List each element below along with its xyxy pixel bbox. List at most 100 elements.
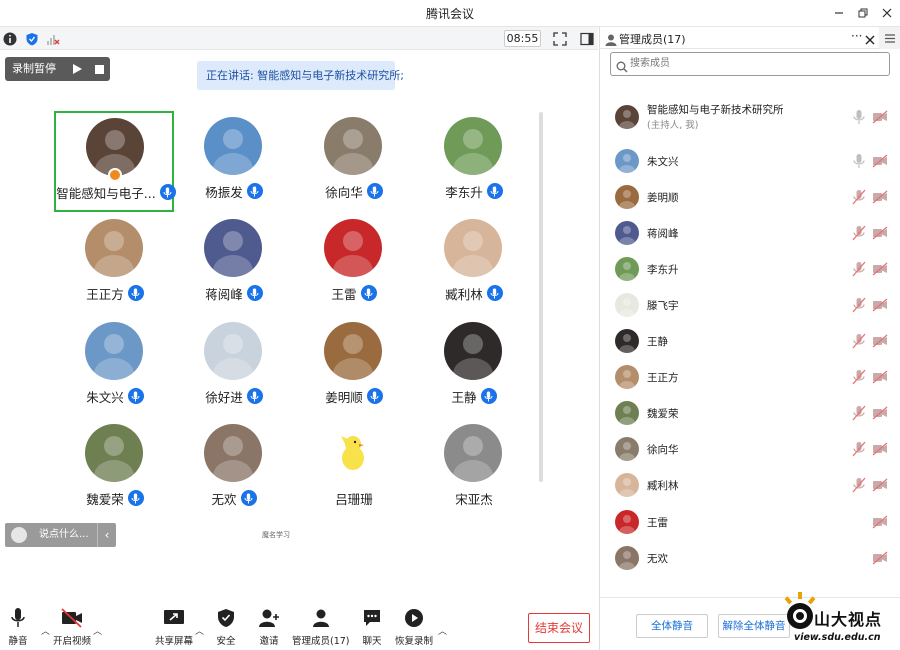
more-icon[interactable]: ··· (851, 29, 862, 43)
chevron-up-icon[interactable]: ︿ (41, 624, 50, 637)
camera-off-icon[interactable] (872, 261, 888, 277)
participant-tile[interactable]: 王雷 (294, 214, 414, 315)
chat-input[interactable]: 说点什么... ‹ (5, 523, 116, 547)
participant-tile[interactable]: 李东升 (414, 112, 534, 213)
network-signal-icon[interactable] (45, 31, 60, 46)
participant-tile[interactable]: 徐向华 (294, 112, 414, 213)
chevron-up-icon[interactable]: ︿ (438, 624, 447, 637)
invite-button[interactable]: 邀请 (257, 607, 281, 647)
microphone-muted-icon[interactable] (852, 369, 866, 385)
end-meeting-button[interactable]: 结束会议 (528, 613, 590, 643)
close-icon[interactable] (865, 30, 875, 49)
camera-off-icon[interactable] (872, 189, 888, 205)
manage-members-button[interactable]: 管理成员(17) (292, 607, 350, 647)
camera-off-icon[interactable] (872, 477, 888, 493)
user-icon (309, 607, 333, 629)
mute-label: 静音 (8, 636, 28, 647)
participant-tile[interactable]: 无欢 (174, 419, 294, 520)
camera-off-icon[interactable] (872, 109, 888, 125)
share-screen-button[interactable]: 共享屏幕 (155, 607, 193, 647)
stop-icon[interactable] (89, 57, 110, 81)
camera-off-icon[interactable] (872, 550, 888, 566)
camera-off-icon[interactable] (872, 153, 888, 169)
participant-tile[interactable]: 吕珊珊 (294, 419, 414, 520)
member-row[interactable]: 无欢 (600, 540, 892, 576)
member-row[interactable]: 王静 (600, 323, 892, 359)
participant-tile[interactable]: 宋亚杰 (414, 419, 534, 520)
participant-name-row: 臧利林 (414, 283, 534, 303)
mute-button[interactable]: 静音 (6, 607, 30, 647)
microphone-icon[interactable] (852, 109, 866, 125)
microphone-muted-icon[interactable] (852, 405, 866, 421)
camera-off-icon[interactable] (872, 297, 888, 313)
member-name: 徐向华 (647, 444, 679, 456)
member-avatar (615, 221, 639, 245)
participant-tile[interactable]: 蒋阅峰 (174, 214, 294, 315)
microphone-icon[interactable] (852, 153, 866, 169)
layout-toggle-icon[interactable] (578, 30, 595, 47)
eye-logo-icon (784, 592, 816, 629)
chat-button[interactable]: 聊天 (360, 607, 384, 647)
member-row[interactable]: 王雷 (600, 504, 892, 540)
microphone-muted-icon[interactable] (852, 297, 866, 313)
member-row[interactable]: 滕飞宇 (600, 287, 892, 323)
shield-icon[interactable] (24, 31, 39, 46)
participant-tile[interactable]: 姜明顺 (294, 317, 414, 418)
microphone-muted-icon[interactable] (852, 189, 866, 205)
member-row[interactable]: 徐向华 (600, 431, 892, 467)
resume-recording-button[interactable]: 恢复录制 (395, 607, 433, 647)
member-row[interactable]: 臧利林 (600, 467, 892, 503)
participant-tile[interactable]: 智能感知与电子... (54, 111, 176, 212)
play-icon[interactable] (65, 57, 89, 81)
microphone-muted-icon[interactable] (852, 441, 866, 457)
camera-off-icon[interactable] (872, 441, 888, 457)
info-icon[interactable] (2, 31, 17, 46)
microphone-muted-icon[interactable] (852, 261, 866, 277)
emoji-icon[interactable] (11, 527, 27, 543)
participant-tile[interactable]: 王正方 (55, 214, 175, 315)
participant-tile[interactable]: 魏爱荣 (55, 419, 175, 520)
chevron-up-icon[interactable]: ︿ (93, 624, 102, 637)
participant-tile[interactable]: 朱文兴 (55, 317, 175, 418)
member-row[interactable]: 魏爱荣 (600, 395, 892, 431)
participant-avatar (204, 424, 262, 482)
member-row[interactable]: 蒋阅峰 (600, 215, 892, 251)
camera-off-icon[interactable] (872, 225, 888, 241)
chevron-up-icon[interactable]: ︿ (195, 624, 204, 637)
member-search-input[interactable]: 搜索成员 (610, 52, 890, 76)
participant-tile[interactable]: 臧利林 (414, 214, 534, 315)
microphone-muted-icon[interactable] (852, 225, 866, 241)
microphone-muted-icon[interactable] (852, 477, 866, 493)
member-row[interactable]: 智能感知与电子新技术研究所 (主持人, 我) (600, 99, 892, 135)
participant-name: 王正方 (86, 286, 124, 302)
fullscreen-icon[interactable] (551, 30, 568, 47)
grid-scrollbar[interactable] (539, 112, 543, 482)
camera-off-icon[interactable] (872, 333, 888, 349)
member-row[interactable]: 姜明顺 (600, 179, 892, 215)
member-row[interactable]: 朱文兴 (600, 143, 892, 179)
restore-icon[interactable] (852, 3, 874, 23)
camera-off-icon[interactable] (872, 514, 888, 530)
share-label: 共享屏幕 (155, 636, 194, 647)
participant-tile[interactable]: 徐好进 (174, 317, 294, 418)
close-icon[interactable] (876, 3, 898, 23)
chevron-left-icon[interactable]: ‹ (97, 523, 116, 547)
minimize-icon[interactable] (828, 3, 850, 23)
member-name: 王正方 (647, 372, 679, 384)
menu-icon[interactable] (879, 27, 900, 49)
member-list-scrollbar[interactable] (895, 97, 898, 597)
participant-tile[interactable]: 王静 (414, 317, 534, 418)
security-button[interactable]: 安全 (214, 607, 238, 647)
participant-tile[interactable]: 杨振发 (174, 112, 294, 213)
member-name: 魏爱荣 (647, 408, 679, 420)
camera-off-icon[interactable] (872, 369, 888, 385)
camera-off-icon[interactable] (872, 405, 888, 421)
start-video-button[interactable]: 开启视频 (53, 607, 91, 647)
member-row[interactable]: 王正方 (600, 359, 892, 395)
participant-avatar (85, 424, 143, 482)
member-name: 王静 (647, 336, 668, 348)
mute-all-button[interactable]: 全体静音 (636, 614, 708, 638)
member-row[interactable]: 李东升 (600, 251, 892, 287)
participant-avatar (444, 219, 502, 277)
microphone-muted-icon[interactable] (852, 333, 866, 349)
